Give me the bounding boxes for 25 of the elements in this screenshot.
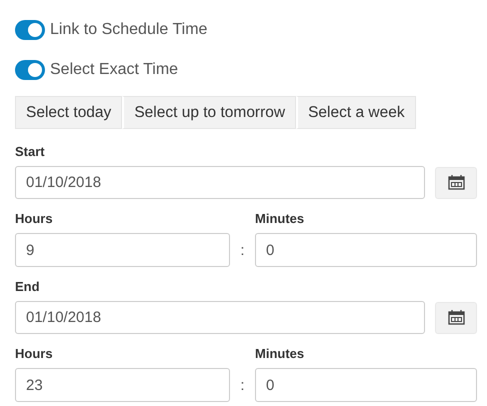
toggle-label: Link to Schedule Time bbox=[50, 21, 208, 39]
toggle-switch[interactable] bbox=[15, 20, 45, 40]
toggle-label: Select Exact Time bbox=[50, 61, 178, 79]
date-field[interactable]: 01/10/2018 bbox=[15, 166, 425, 199]
hours-field[interactable]: 9 bbox=[15, 233, 230, 267]
time-separator: : bbox=[239, 241, 246, 261]
calendar-icon bbox=[448, 310, 464, 325]
range-button[interactable]: Select today bbox=[15, 96, 122, 129]
field-label: Start bbox=[15, 144, 46, 161]
calendar-button[interactable] bbox=[435, 302, 477, 334]
time-separator: : bbox=[239, 376, 246, 396]
range-button[interactable]: Select up to tomorrow bbox=[122, 96, 296, 129]
minutes-field[interactable]: 0 bbox=[255, 233, 477, 267]
toggle-switch[interactable] bbox=[15, 60, 45, 80]
calendar-icon bbox=[448, 175, 464, 190]
field-label: Minutes bbox=[255, 346, 306, 363]
range-button[interactable]: Select a week bbox=[296, 96, 416, 129]
field-label: Hours bbox=[15, 211, 54, 228]
minutes-field[interactable]: 0 bbox=[255, 368, 477, 402]
hours-field[interactable]: 23 bbox=[15, 368, 230, 402]
field-label: Minutes bbox=[255, 211, 306, 228]
field-label: Hours bbox=[15, 346, 54, 363]
date-field[interactable]: 01/10/2018 bbox=[15, 301, 425, 334]
calendar-button[interactable] bbox=[435, 166, 477, 198]
field-label: End bbox=[15, 279, 41, 296]
